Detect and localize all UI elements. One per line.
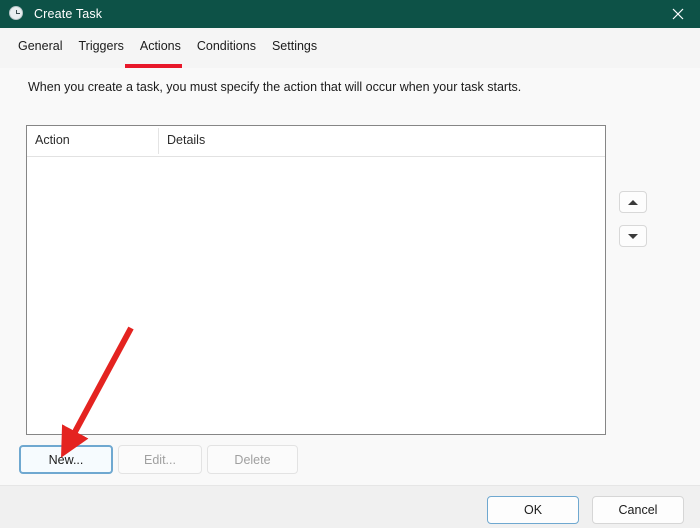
tab-actions[interactable]: Actions <box>132 28 189 59</box>
list-header-row: Action Details <box>27 126 605 157</box>
clock-icon <box>9 6 25 22</box>
tab-strip: General Triggers Actions Conditions Sett… <box>0 28 700 68</box>
panel-description: When you create a task, you must specify… <box>28 80 522 94</box>
edit-button[interactable]: Edit... <box>118 445 202 474</box>
tab-general[interactable]: General <box>10 28 70 59</box>
tab-triggers[interactable]: Triggers <box>70 28 131 59</box>
actions-list[interactable]: Action Details <box>26 125 606 435</box>
ok-button[interactable]: OK <box>487 496 579 524</box>
chevron-up-icon <box>628 199 638 205</box>
column-divider[interactable] <box>158 128 159 154</box>
tab-conditions[interactable]: Conditions <box>189 28 264 59</box>
move-down-button[interactable] <box>619 225 647 247</box>
title-bar: Create Task <box>0 0 700 28</box>
chevron-down-icon <box>628 233 638 239</box>
delete-button[interactable]: Delete <box>207 445 298 474</box>
close-icon[interactable] <box>656 0 700 28</box>
tab-settings[interactable]: Settings <box>264 28 325 59</box>
move-up-button[interactable] <box>619 191 647 213</box>
column-header-details[interactable]: Details <box>167 133 205 147</box>
list-body-empty[interactable] <box>27 157 605 433</box>
new-button[interactable]: New... <box>19 445 113 474</box>
window-title: Create Task <box>34 7 103 21</box>
cancel-button[interactable]: Cancel <box>592 496 684 524</box>
column-header-action[interactable]: Action <box>35 133 70 147</box>
